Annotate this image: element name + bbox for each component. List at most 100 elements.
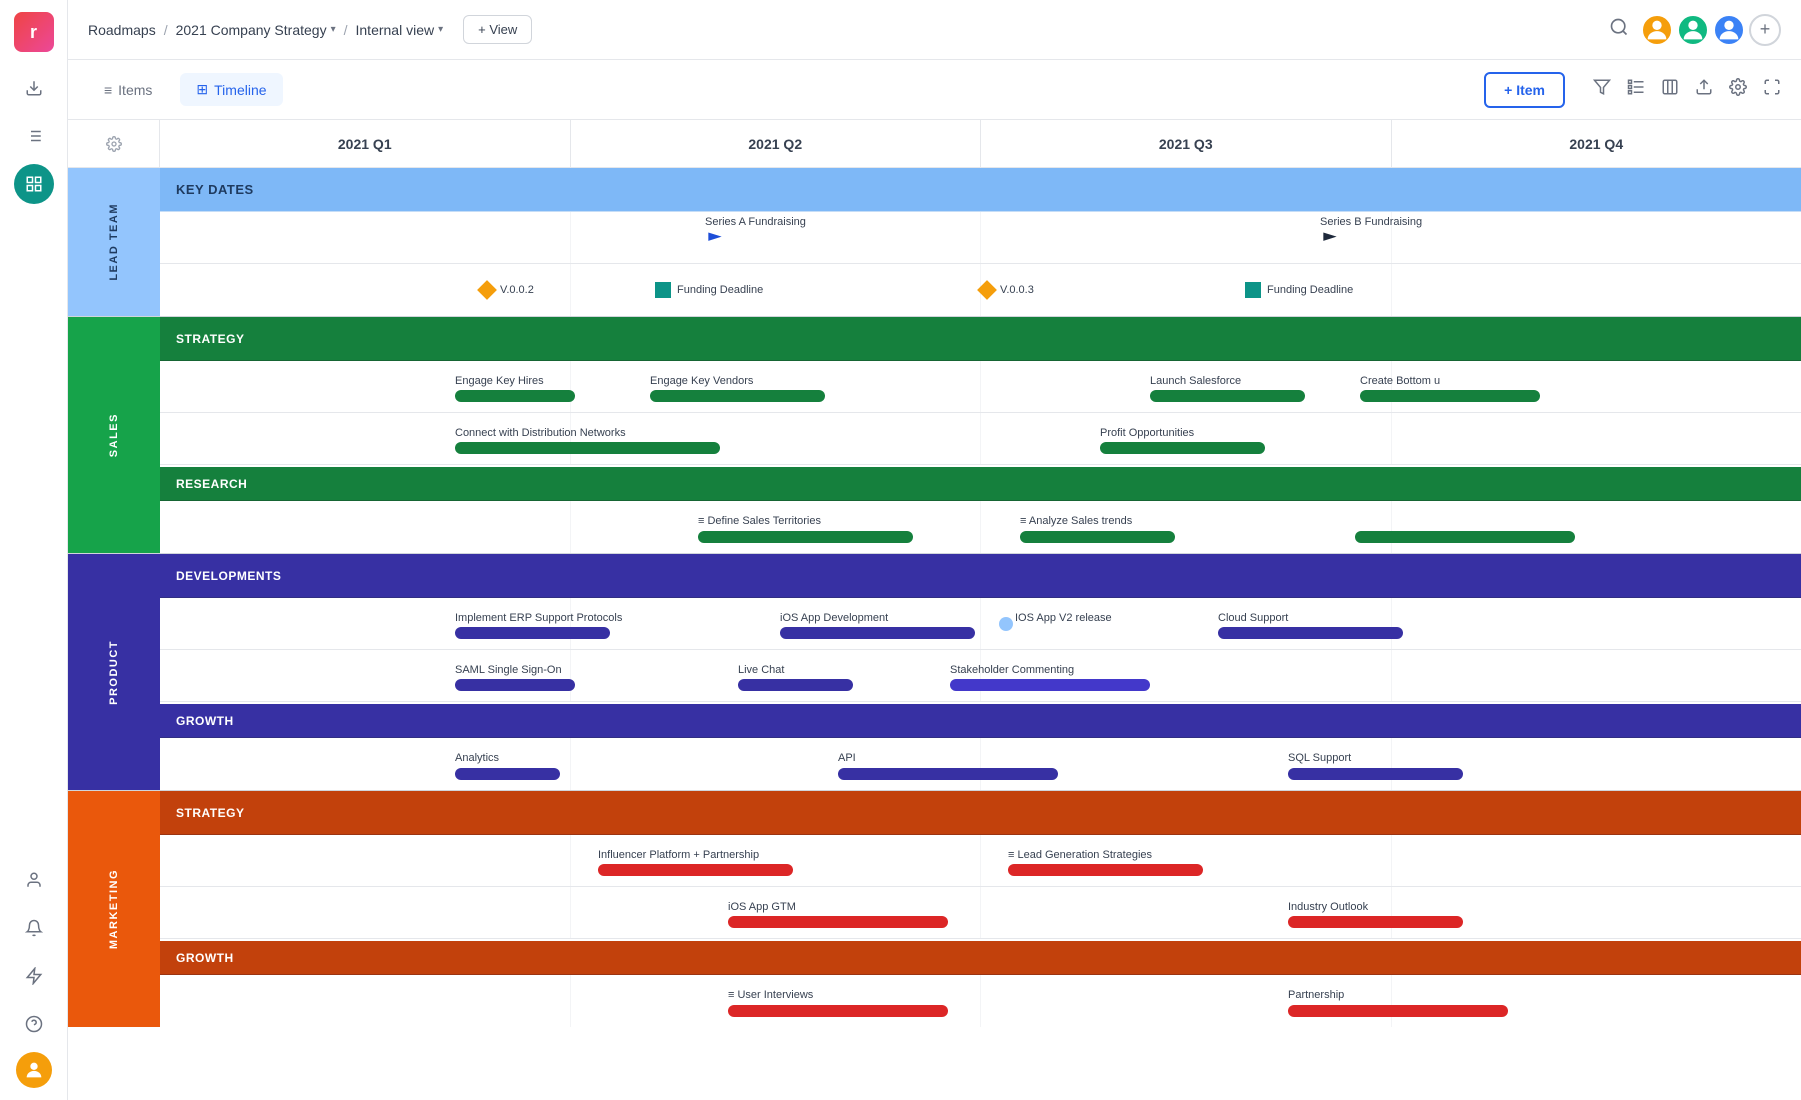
user-avatar[interactable] xyxy=(16,1052,52,1088)
live-chat-label: Live Chat xyxy=(738,660,784,678)
add-item-button[interactable]: + Item xyxy=(1484,72,1565,108)
avatar-1[interactable] xyxy=(1641,14,1673,46)
engage-key-hires-label: Engage Key Hires xyxy=(455,371,544,389)
search-icon[interactable] xyxy=(1609,17,1629,42)
lead-team-text: LEAD TEAM xyxy=(108,203,120,281)
define-sales-bar xyxy=(698,531,913,543)
product-developments-header: DEVELOPMENTS xyxy=(160,554,1801,598)
influencer-bar xyxy=(598,864,793,876)
ios-gtm-label: iOS App GTM xyxy=(728,897,796,915)
sales-section: SALES STRATEGY Engage Key Hires xyxy=(68,317,1801,554)
define-sales-label: ≡ Define Sales Territories xyxy=(698,511,821,529)
settings-icon[interactable] xyxy=(1729,78,1747,101)
erp-label: Implement ERP Support Protocols xyxy=(455,608,622,626)
ios-app-dev-label: iOS App Development xyxy=(780,608,888,626)
marketing-strategy-row-1: Influencer Platform + Partnership ≡ Lead… xyxy=(160,835,1801,887)
erp-bar xyxy=(455,627,610,639)
ios-app-dev-bar xyxy=(780,627,975,639)
create-bottom-label: Create Bottom u xyxy=(1360,371,1440,389)
product-growth-header: GROWTH xyxy=(160,702,1801,738)
product-growth-row: Analytics API SQL Support xyxy=(160,738,1801,790)
marketing-strategy-row-2: iOS App GTM Industry Outlook xyxy=(160,887,1801,939)
timeline-area: 2021 Q1 2021 Q2 2021 Q3 2021 Q4 LEAD TEA… xyxy=(68,120,1801,1100)
app-logo[interactable]: r xyxy=(14,12,54,52)
saml-bar xyxy=(455,679,575,691)
items-tab-icon: ≡ xyxy=(104,82,112,98)
sales-research-row: ≡ Define Sales Territories ≡ Analyze Sal… xyxy=(160,501,1801,553)
filter-icon[interactable] xyxy=(1593,78,1611,101)
ios-gtm-bar xyxy=(728,916,948,928)
launch-salesforce-bar xyxy=(1150,390,1305,402)
tab-items[interactable]: ≡ Items xyxy=(88,74,168,106)
add-avatar-button[interactable]: + xyxy=(1749,14,1781,46)
marketing-strategy-header: STRATEGY xyxy=(160,791,1801,835)
fullscreen-icon[interactable] xyxy=(1763,78,1781,101)
cloud-support-label: Cloud Support xyxy=(1218,608,1288,626)
analytics-bar xyxy=(455,768,560,780)
tab-timeline[interactable]: ⊞ Timeline xyxy=(180,73,282,106)
avatar-3[interactable] xyxy=(1713,14,1745,46)
sidebar-bell-icon[interactable] xyxy=(14,908,54,948)
v002-milestone: V.0.0.2 xyxy=(480,283,534,297)
breadcrumb-sep-1: / xyxy=(164,22,168,38)
product-label: PRODUCT xyxy=(68,554,160,790)
group-icon[interactable] xyxy=(1627,78,1645,101)
add-view-button[interactable]: + View xyxy=(463,15,532,44)
lead-gen-bar xyxy=(1008,864,1203,876)
breadcrumb-roadmaps[interactable]: Roadmaps xyxy=(88,22,156,38)
marketing-content: STRATEGY Influencer Platform + Partnersh… xyxy=(160,791,1801,1027)
breadcrumb: Roadmaps / 2021 Company Strategy ▾ / Int… xyxy=(88,22,443,38)
series-b-flag: Series B Fundraising xyxy=(1320,216,1422,255)
engage-key-hires-bar xyxy=(455,390,575,402)
sidebar-download-icon[interactable] xyxy=(14,68,54,108)
stakeholder-bar xyxy=(950,679,1150,691)
key-dates-header: KEY DATES xyxy=(160,168,1801,212)
engage-key-vendors-bar xyxy=(650,390,825,402)
toolbar-actions xyxy=(1593,78,1781,101)
sidebar-lightning-icon[interactable] xyxy=(14,956,54,996)
product-content: DEVELOPMENTS Implement ERP Support Proto… xyxy=(160,554,1801,790)
sidebar-help-icon[interactable] xyxy=(14,1004,54,1044)
product-section: PRODUCT DEVELOPMENTS Implement ERP Suppo… xyxy=(68,554,1801,791)
product-dev-row-2: SAML Single Sign-On Live Chat Stakeholde… xyxy=(160,650,1801,702)
breadcrumb-strategy[interactable]: 2021 Company Strategy ▾ xyxy=(176,22,336,38)
sales-strategy-header: STRATEGY xyxy=(160,317,1801,361)
profit-opportunities-bar xyxy=(1100,442,1265,454)
sql-bar xyxy=(1288,768,1463,780)
marketing-growth-header: GROWTH xyxy=(160,939,1801,975)
marketing-section: MARKETING STRATEGY Influencer Platform +… xyxy=(68,791,1801,1027)
analyze-sales-label: ≡ Analyze Sales trends xyxy=(1020,511,1132,529)
sidebar-person-icon[interactable] xyxy=(14,860,54,900)
series-a-flag: Series A Fundraising xyxy=(705,216,806,255)
breadcrumb-view[interactable]: Internal view ▾ xyxy=(356,22,444,38)
saml-label: SAML Single Sign-On xyxy=(455,660,562,678)
launch-salesforce-label: Launch Salesforce xyxy=(1150,371,1241,389)
quarter-2021q2: 2021 Q2 xyxy=(571,120,982,167)
partnership-label: Partnership xyxy=(1288,985,1344,1003)
columns-icon[interactable] xyxy=(1661,78,1679,101)
view-chevron-icon: ▾ xyxy=(438,24,443,35)
export-icon[interactable] xyxy=(1695,78,1713,101)
ios-v2-dot xyxy=(999,617,1013,631)
sales-label: SALES xyxy=(68,317,160,553)
quarter-2021q3: 2021 Q3 xyxy=(981,120,1392,167)
lead-team-content: KEY DATES xyxy=(160,168,1801,316)
industry-outlook-label: Industry Outlook xyxy=(1288,897,1368,915)
timeline-content[interactable]: 2021 Q1 2021 Q2 2021 Q3 2021 Q4 LEAD TEA… xyxy=(68,120,1801,1100)
quarter-2021q4: 2021 Q4 xyxy=(1392,120,1801,167)
breadcrumb-sep-2: / xyxy=(344,22,348,38)
profit-opportunities-label: Profit Opportunities xyxy=(1100,423,1194,441)
avatar-2[interactable] xyxy=(1677,14,1709,46)
v003-milestone: V.0.0.3 xyxy=(980,283,1034,297)
funding-deadline-2: Funding Deadline xyxy=(1245,282,1353,298)
analyze-sales-bar xyxy=(1020,531,1175,543)
marketing-label: MARKETING xyxy=(68,791,160,1027)
lead-gen-label: ≡ Lead Generation Strategies xyxy=(1008,845,1152,863)
api-bar xyxy=(838,768,1058,780)
cloud-support-bar xyxy=(1218,627,1403,639)
create-bottom-bar xyxy=(1360,390,1540,402)
analytics-label: Analytics xyxy=(455,748,499,766)
sidebar-list-icon[interactable] xyxy=(14,116,54,156)
sidebar-roadmap-icon[interactable] xyxy=(14,164,54,204)
user-interviews-label: ≡ User Interviews xyxy=(728,985,813,1003)
